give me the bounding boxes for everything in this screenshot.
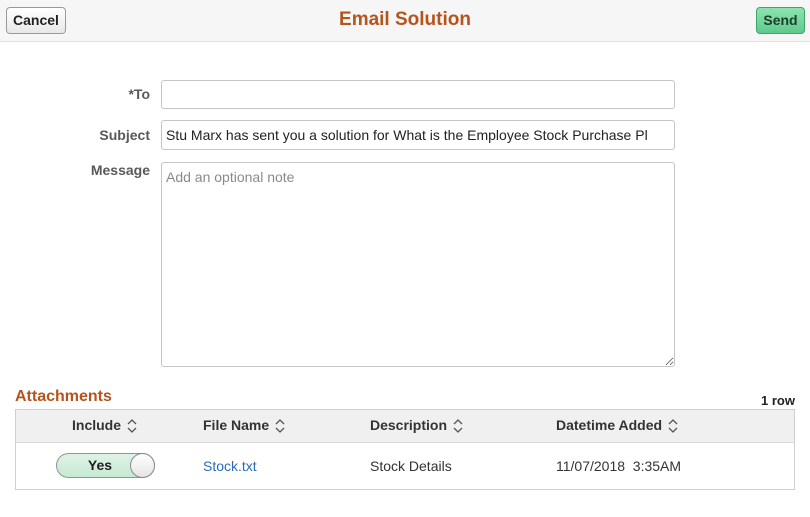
message-label: Message <box>90 162 150 178</box>
to-label: *To <box>128 86 150 102</box>
sort-up-down-icon[interactable] <box>127 419 137 434</box>
column-header-datetime-added[interactable]: Datetime Added <box>556 410 678 441</box>
sort-up-down-icon[interactable] <box>275 419 285 434</box>
datetime-cell: 11/07/2018 3:35AM <box>556 458 682 474</box>
attachments-title: Attachments <box>15 388 112 405</box>
include-toggle[interactable]: Yes <box>56 453 155 478</box>
to-field[interactable] <box>161 80 675 109</box>
column-header-label: Datetime Added <box>556 417 663 433</box>
toggle-knob[interactable] <box>130 453 155 478</box>
sort-up-down-icon[interactable] <box>453 419 463 434</box>
column-header-file-name[interactable]: File Name <box>203 410 285 441</box>
column-header-label: Include <box>72 417 122 433</box>
page-header: Cancel Email Solution Send <box>0 0 810 42</box>
column-header-label: Description <box>370 417 448 433</box>
message-field[interactable] <box>161 162 675 367</box>
grid-header-row: Include File Name Description Datetime A… <box>16 410 794 443</box>
column-header-label: File Name <box>203 417 270 433</box>
description-cell: Stock Details <box>370 458 452 474</box>
page-title: Email Solution <box>339 9 471 30</box>
column-header-description[interactable]: Description <box>370 410 463 441</box>
column-header-include[interactable]: Include <box>72 410 137 441</box>
row-count: 1 row <box>761 393 795 408</box>
sort-up-down-icon[interactable] <box>668 419 678 434</box>
send-button[interactable]: Send <box>756 7 805 34</box>
file-name-link[interactable]: Stock.txt <box>203 443 257 489</box>
subject-label: Subject <box>99 127 150 143</box>
attachments-grid: Include File Name Description Datetime A… <box>15 409 795 490</box>
subject-field[interactable] <box>161 120 675 150</box>
